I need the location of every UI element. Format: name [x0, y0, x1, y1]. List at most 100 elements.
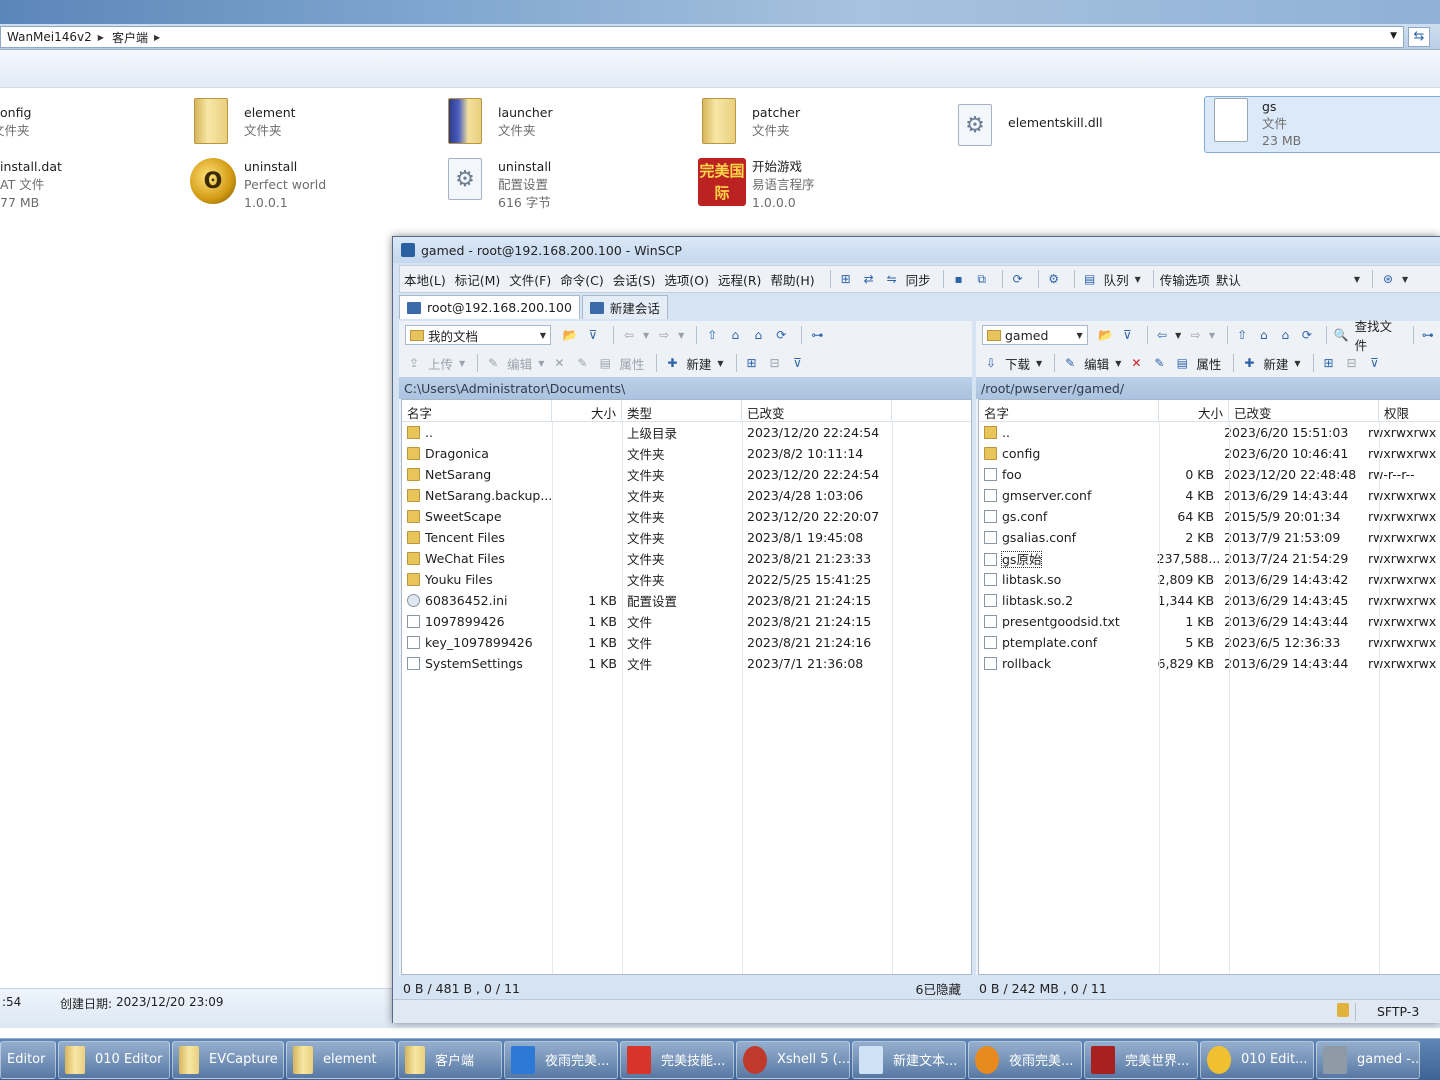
root-dir-icon[interactable]: ⌂ — [1255, 326, 1272, 344]
table-row[interactable]: rollback 6,829 KB 2013/6/29 14:43:44 rwxrwx… — [979, 653, 1440, 674]
transfer-settings-select[interactable]: 默认 — [1216, 270, 1348, 289]
new-button[interactable]: 新建 — [686, 354, 711, 373]
menu-command[interactable]: 命令(C) — [560, 270, 603, 289]
chevron-down-icon[interactable]: ▼ — [459, 359, 465, 368]
breadcrumb-arrow-icon[interactable]: ▶ — [98, 33, 104, 42]
filter-icon[interactable]: ⊽ — [584, 326, 602, 344]
explorer-item-patcher[interactable]: patcher 文件夹 — [698, 98, 800, 154]
col-type[interactable]: 类型 — [622, 400, 742, 421]
local-file-list[interactable]: 名字 ˆ 大小 类型 已改变 .. 上级目录 2023/12/20 22:24:54… — [401, 399, 972, 975]
taskbar-button[interactable]: Editor — [0, 1040, 56, 1079]
open-folder-icon[interactable]: 📂 — [561, 326, 579, 344]
explorer-item-launcher[interactable]: launcher 文件夹 — [444, 98, 553, 154]
taskbar-button[interactable]: 新建文本... — [852, 1040, 966, 1079]
properties-icon[interactable]: ▤ — [1173, 354, 1191, 372]
chevron-down-icon[interactable]: ▼ — [1354, 275, 1360, 284]
table-row[interactable]: .. 2023/6/20 15:51:03 rwxrwxrwx — [979, 422, 1440, 443]
col-changed[interactable]: 已改变 — [1229, 400, 1379, 421]
chevron-down-icon[interactable]: ▼ — [1209, 331, 1215, 340]
chevron-down-icon[interactable]: ▼ — [1115, 359, 1121, 368]
rename-icon[interactable]: ✎ — [1150, 354, 1168, 372]
remote-file-list[interactable]: 名字 ˆ 大小 已改变 权限 .. 2023/6/20 15:51:03 rwxrw… — [978, 399, 1440, 975]
tab-session[interactable]: root@192.168.200.100 — [399, 295, 580, 319]
back-arrow-icon[interactable]: ⇦ — [1154, 326, 1171, 344]
menu-options[interactable]: 选项(O) — [664, 270, 709, 289]
address-field[interactable]: WanMei146v2 ▶ 客户端 ▶ ▼ — [0, 26, 1404, 48]
edit-button[interactable]: 编辑 — [507, 354, 532, 373]
taskbar-button[interactable]: gamed -... — [1316, 1040, 1420, 1079]
chevron-down-icon[interactable]: ▼ — [538, 359, 544, 368]
find-files-button[interactable]: 查找文件 — [1355, 316, 1401, 354]
explorer-item-uninstall-exe[interactable]: ʘ uninstall Perfect world 1.0.0.1 — [190, 158, 326, 214]
menu-local[interactable]: 本地(L) — [404, 270, 446, 289]
download-icon[interactable]: ⇩ — [982, 354, 1000, 372]
edit-icon[interactable]: ✎ — [484, 354, 502, 372]
explorer-item-uninstall-cfg[interactable]: ⚙ uninstall 配置设置 616 字节 — [444, 158, 551, 214]
taskbar-button[interactable]: 完美世界... — [1084, 1040, 1198, 1079]
table-row[interactable]: NetSarang 文件夹 2023/12/20 22:24:54 — [402, 464, 971, 485]
tree-icon[interactable]: ⊶ — [1419, 326, 1436, 344]
tab-new-session[interactable]: 新建会话 — [581, 295, 668, 319]
sync-button[interactable]: 同步 — [906, 270, 931, 289]
chevron-down-icon[interactable]: ▼ — [643, 331, 649, 340]
table-row[interactable]: gs.conf 64 KB 2015/5/9 20:01:34 rwxrwxrwx — [979, 506, 1440, 527]
tree-icon[interactable]: ⊶ — [808, 326, 826, 344]
refresh-icon[interactable]: ⟳ — [1009, 270, 1027, 288]
delete-icon[interactable]: ✕ — [550, 354, 568, 372]
sync-icon[interactable]: ⇋ — [883, 270, 901, 288]
taskbar-button[interactable]: 客户端 — [398, 1040, 502, 1079]
breadcrumb-client[interactable]: 客户端 — [112, 29, 148, 46]
taskbar-button[interactable]: 夜雨完美... — [504, 1040, 618, 1079]
table-row[interactable]: Dragonica 文件夹 2023/8/2 10:11:14 — [402, 443, 971, 464]
col-changed[interactable]: 已改变 — [742, 400, 892, 421]
table-row[interactable]: foo 0 KB 2023/12/20 22:48:48 rw-r--r-- — [979, 464, 1440, 485]
explorer-item-element[interactable]: element 文件夹 — [190, 98, 296, 154]
refresh-icon[interactable]: ⟳ — [772, 326, 790, 344]
local-location-select[interactable]: 我的文档 ▼ — [405, 325, 551, 345]
breadcrumb-arrow-icon[interactable]: ▶ — [154, 33, 160, 42]
table-row[interactable]: config 2023/6/20 10:46:41 rwxrwxrwx — [979, 443, 1440, 464]
explorer-item-elementskill[interactable]: ⚙ elementskill.dll — [954, 104, 1103, 160]
root-dir-icon[interactable]: ⌂ — [726, 326, 744, 344]
parent-dir-icon[interactable]: ⇧ — [1234, 326, 1251, 344]
putty-icon[interactable]: ⧉ — [973, 270, 991, 288]
chevron-down-icon[interactable]: ▼ — [678, 331, 684, 340]
terminal-icon[interactable]: ▪ — [950, 270, 968, 288]
unselect-icon[interactable]: ⊟ — [766, 354, 784, 372]
rename-icon[interactable]: ✎ — [573, 354, 591, 372]
menu-help[interactable]: 帮助(H) — [770, 270, 814, 289]
chevron-down-icon[interactable]: ▼ — [1036, 359, 1042, 368]
home-icon[interactable]: ⌂ — [1277, 326, 1294, 344]
refresh-icon[interactable]: ⇆ — [1408, 27, 1430, 47]
gear-icon[interactable]: ⚙ — [1045, 270, 1063, 288]
properties-icon[interactable]: ▤ — [596, 354, 614, 372]
remote-location-select[interactable]: gamed ▼ — [982, 325, 1088, 345]
chevron-down-icon[interactable]: ▼ — [717, 359, 723, 368]
new-button[interactable]: 新建 — [1263, 354, 1288, 373]
taskbar-button[interactable]: 完美技能... — [620, 1040, 734, 1079]
explorer-item-start-game[interactable]: 完美国际 开始游戏 易语言程序 1.0.0.0 — [698, 158, 815, 214]
table-row[interactable]: libtask.so.2 1,344 KB 2013/6/29 14:43:45 rw… — [979, 590, 1440, 611]
select-all-icon[interactable]: ⊞ — [743, 354, 761, 372]
taskbar-button[interactable]: Xshell 5 (... — [736, 1040, 850, 1079]
delete-icon[interactable]: ✕ — [1127, 354, 1145, 372]
globe-sync-icon[interactable]: ⊛ — [1379, 270, 1397, 288]
table-row[interactable]: Youku Files 文件夹 2022/5/25 15:41:25 — [402, 569, 971, 590]
menu-session[interactable]: 会话(S) — [613, 270, 656, 289]
chevron-down-icon[interactable]: ▼ — [1135, 275, 1141, 284]
taskbar-button[interactable]: 010 Editor — [58, 1040, 170, 1079]
taskbar-button[interactable]: 010 Edit... — [1200, 1040, 1314, 1079]
taskbar-button[interactable]: 夜雨完美... — [968, 1040, 1082, 1079]
chevron-down-icon[interactable]: ▼ — [1402, 275, 1408, 284]
compare-icon[interactable]: ⊞ — [837, 270, 855, 288]
new-folder-icon[interactable]: ✚ — [1240, 354, 1258, 372]
col-size[interactable]: 大小 — [1159, 400, 1229, 421]
table-row[interactable]: presentgoodsid.txt 1 KB 2013/6/29 14:43:44… — [979, 611, 1440, 632]
properties-button[interactable]: 属性 — [619, 354, 644, 373]
upload-icon[interactable]: ⇪ — [405, 354, 423, 372]
filter-icon[interactable]: ⊽ — [1119, 326, 1136, 344]
parent-dir-icon[interactable]: ⇧ — [703, 326, 721, 344]
table-row[interactable]: libtask.so 2,809 KB 2013/6/29 14:43:42 rwxr… — [979, 569, 1440, 590]
chevron-down-icon[interactable]: ▼ — [1294, 359, 1300, 368]
local-path-bar[interactable]: C:\Users\Administrator\Documents\ — [399, 377, 972, 399]
